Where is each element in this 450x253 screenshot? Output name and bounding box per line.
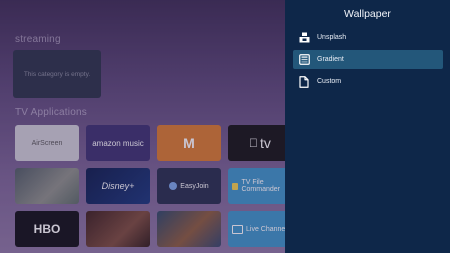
menu-item-custom[interactable]: Custom	[293, 72, 443, 91]
unsplash-icon	[297, 31, 311, 45]
gradient-icon	[297, 53, 311, 67]
menu-item-label: Custom	[317, 78, 342, 85]
menu-item-gradient[interactable]: Gradient	[293, 50, 443, 69]
menu-item-unsplash[interactable]: Unsplash	[293, 28, 443, 47]
menu-item-label: Gradient	[317, 56, 344, 63]
file-icon	[297, 75, 311, 89]
panel-title: Wallpaper	[344, 8, 391, 20]
menu-item-label: Unsplash	[317, 34, 347, 41]
wallpaper-panel: Wallpaper Unsplash Gradient Custom	[285, 0, 450, 253]
